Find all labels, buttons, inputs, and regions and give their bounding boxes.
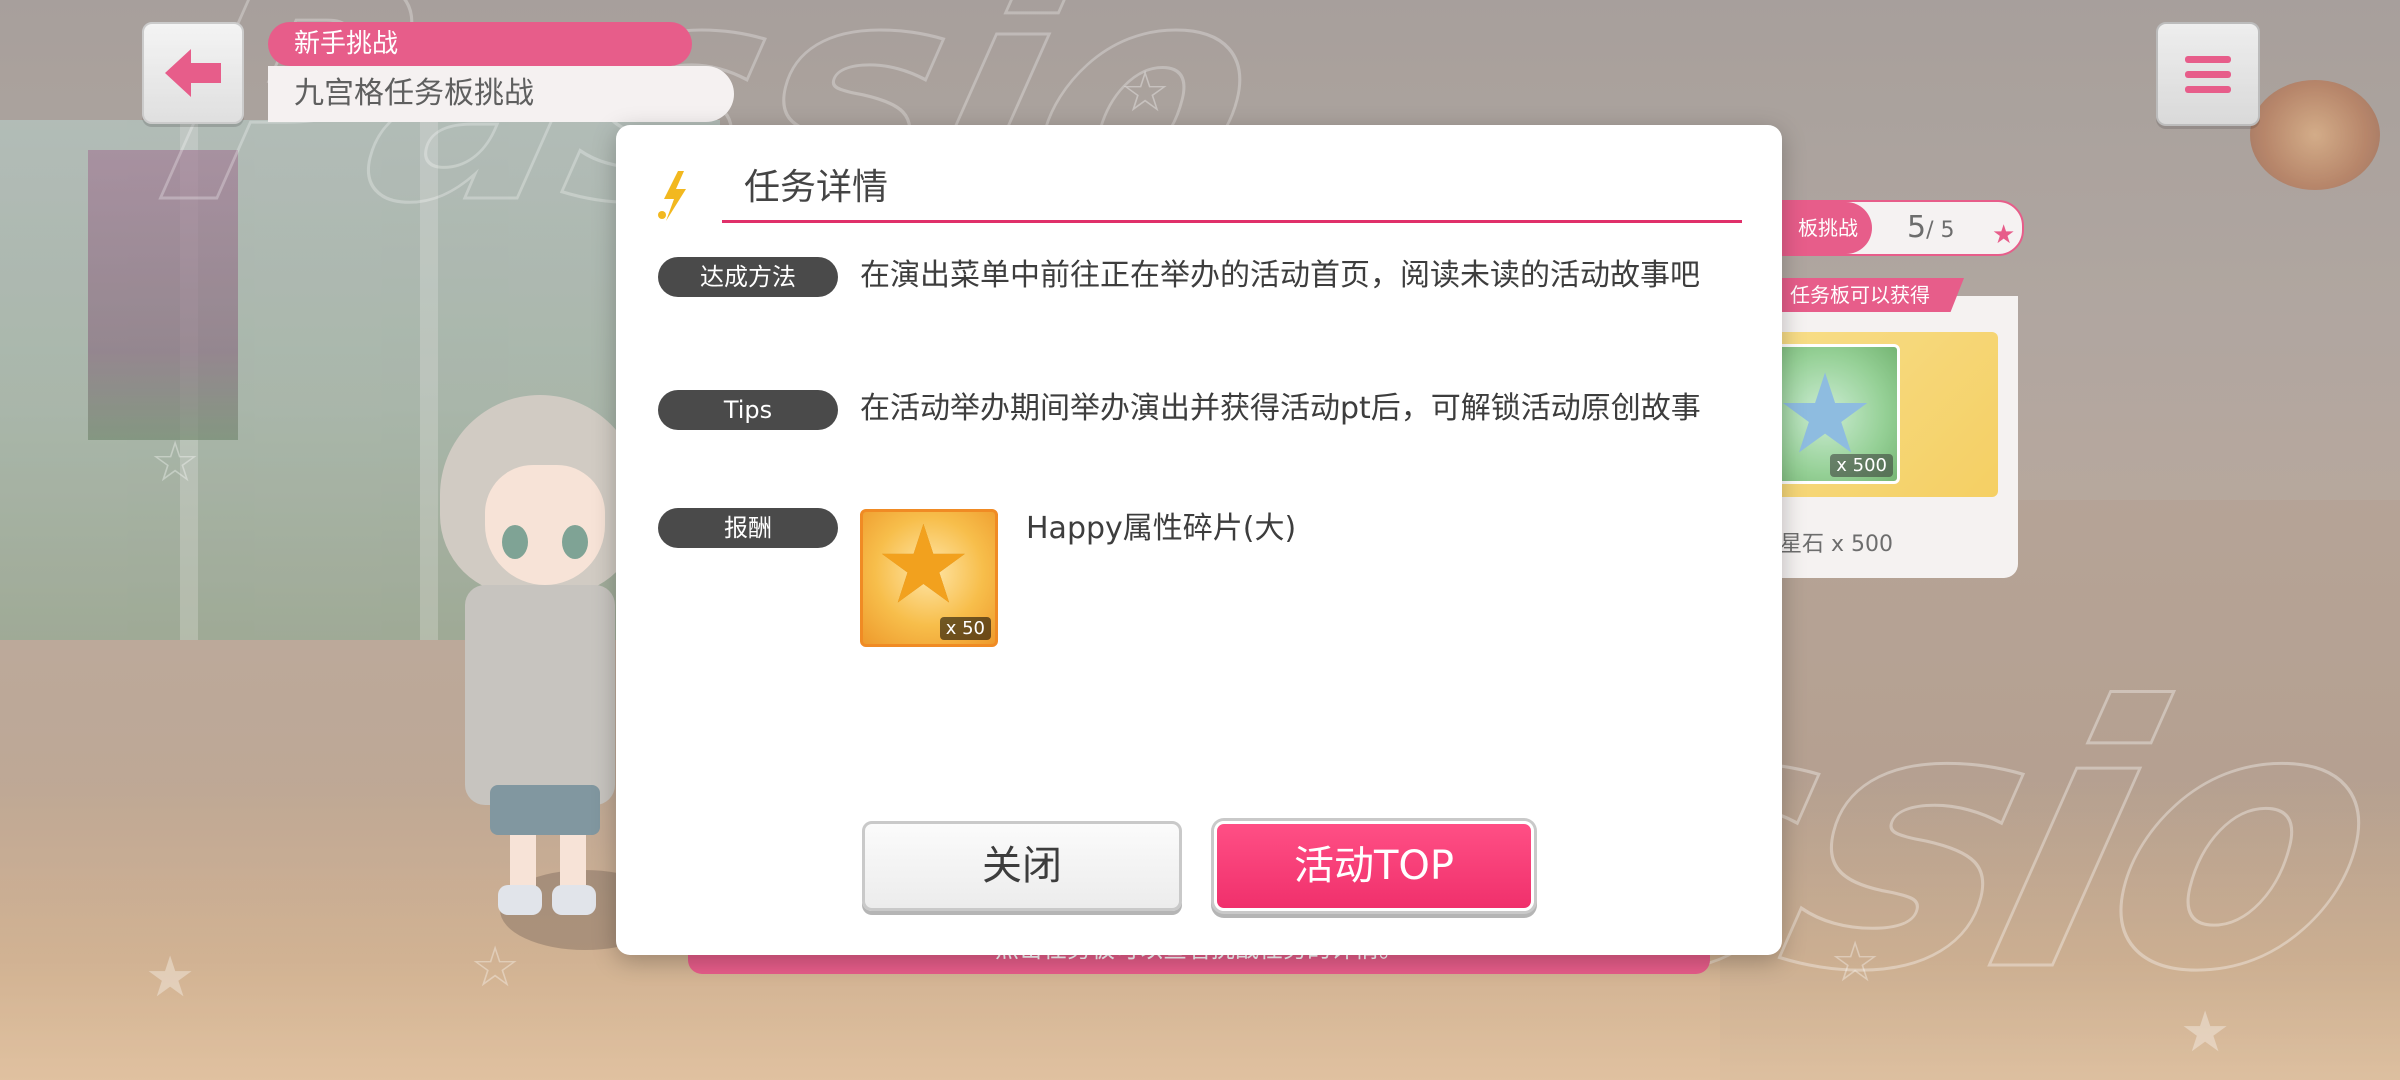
- lightning-icon: [658, 171, 686, 221]
- star-shard-icon: ★: [875, 509, 972, 628]
- dialog-header: 任务详情: [656, 161, 1742, 223]
- reward-name: Happy属性碎片(大): [1026, 511, 1297, 546]
- mission-detail-dialog: 任务详情 达成方法 在演出菜单中前往正在举办的活动首页，阅读未读的活动故事吧 T…: [616, 125, 1782, 955]
- method-text: 在演出菜单中前往正在举办的活动首页，阅读未读的活动故事吧: [860, 258, 1700, 293]
- tips-label: Tips: [658, 390, 838, 430]
- tips-text: 在活动举办期间举办演出并获得活动pt后，可解锁活动原创故事: [860, 391, 1701, 426]
- reward-item[interactable]: ★ x 50: [860, 509, 998, 647]
- method-label: 达成方法: [658, 257, 838, 297]
- event-top-button[interactable]: 活动TOP: [1214, 821, 1534, 911]
- close-button[interactable]: 关闭: [862, 821, 1182, 911]
- title-underline: [722, 220, 1742, 223]
- reward-label: 报酬: [658, 508, 838, 548]
- dialog-title: 任务详情: [744, 167, 889, 208]
- reward-quantity: x 50: [939, 617, 991, 640]
